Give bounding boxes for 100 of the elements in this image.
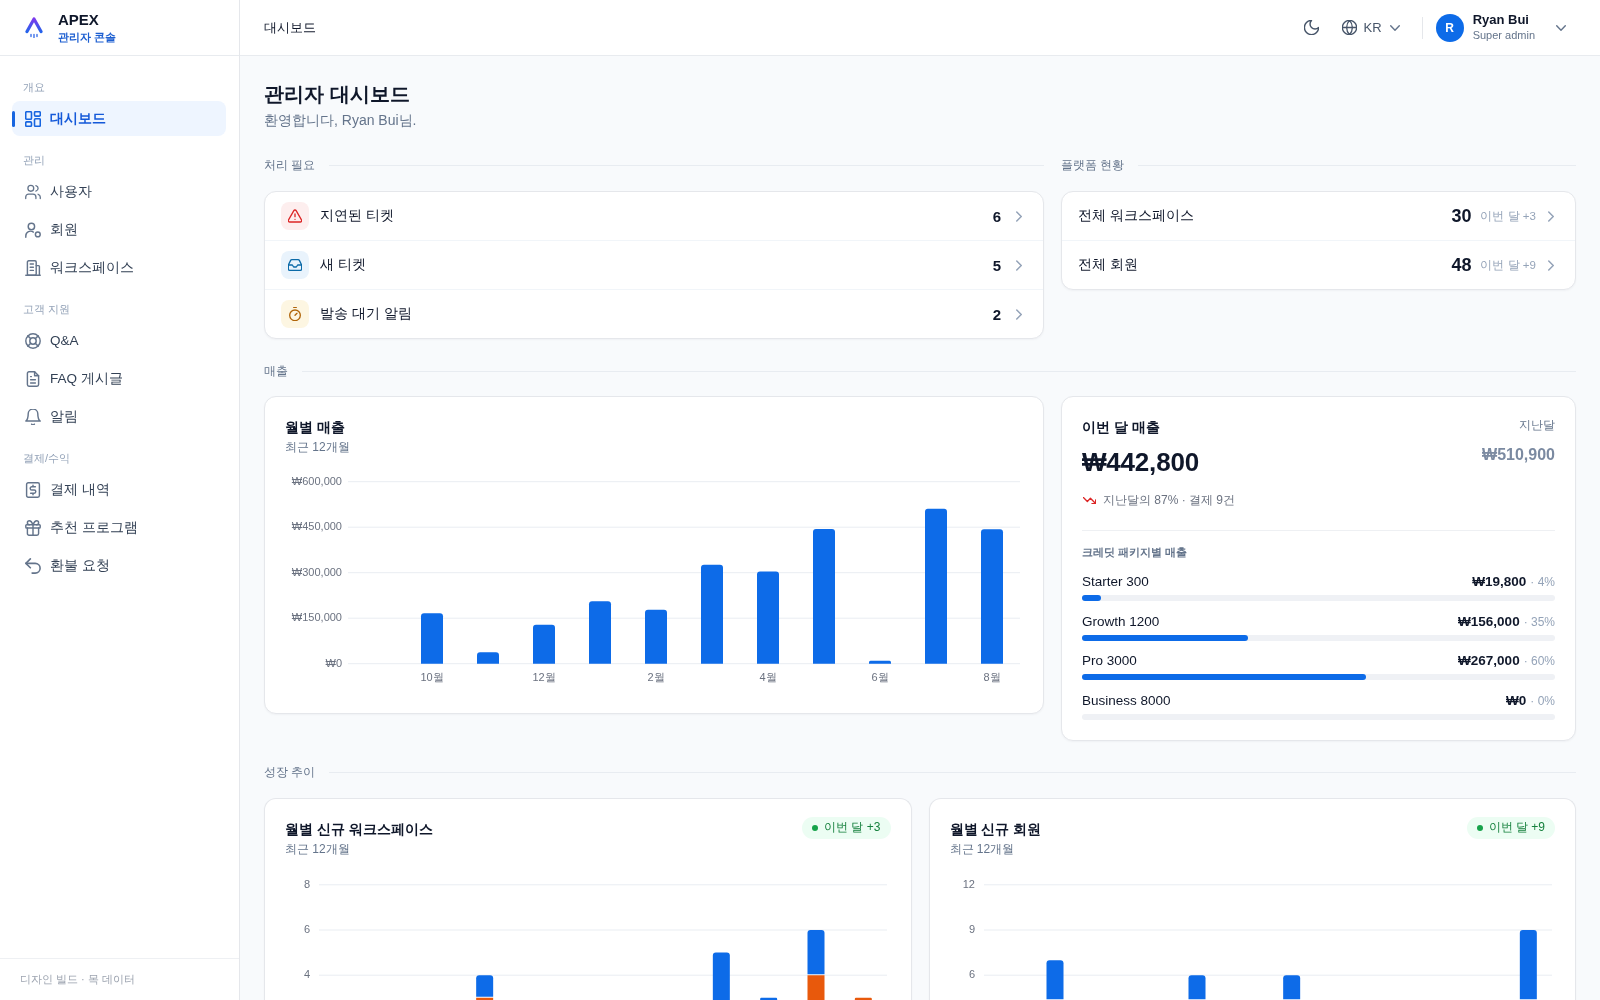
ticket-count: 6: [992, 207, 1001, 225]
chart-bar: [1188, 974, 1205, 999]
nav-section-label: 결제/수익: [22, 451, 72, 466]
stat-row[interactable]: 전체 회원 48 이번 달 +9: [1062, 240, 1575, 289]
nav-item[interactable]: FAQ 게시글: [12, 361, 226, 396]
user-role: Super admin: [1472, 28, 1535, 43]
nav-item[interactable]: 회원: [12, 212, 226, 247]
y-axis-label: ₩0: [325, 656, 342, 669]
nav-item[interactable]: 환불 요청: [12, 548, 226, 583]
y-axis-label: ₩300,000: [291, 565, 342, 578]
package-share: · 60%: [1523, 654, 1555, 668]
y-axis-label: ₩450,000: [291, 520, 342, 533]
y-axis-label: 8: [303, 877, 310, 890]
action-row[interactable]: 지연된 티켓 6: [265, 192, 1043, 240]
stat-change: 이번 달 +9: [1480, 257, 1536, 273]
bell-icon: [25, 408, 41, 425]
package-share: · 35%: [1523, 614, 1555, 629]
layout-grid-icon: [25, 110, 41, 127]
users-icon: [25, 183, 41, 200]
chart-subtitle: 최근 12개월: [285, 840, 351, 857]
footer-note: 디자인 빌드 · 목 데이터: [0, 958, 239, 1000]
nav-section-label: 개요: [22, 80, 46, 95]
stat-change: 이번 달 +3: [1480, 208, 1536, 224]
x-axis-label: 6월: [871, 670, 889, 683]
chart-title: 월별 매출: [285, 418, 346, 437]
nav-item[interactable]: 추천 프로그램: [12, 510, 226, 545]
chart-bar: [1519, 929, 1537, 999]
user-name: Ryan Bui: [1472, 12, 1529, 28]
y-axis-label: 6: [968, 967, 975, 980]
package-name: Growth 1200: [1082, 612, 1160, 631]
chart-bar: [1046, 959, 1063, 999]
y-axis-label: 4: [303, 967, 310, 980]
nav-item[interactable]: 워크스페이스: [12, 250, 226, 285]
package-share: · 0%: [1530, 693, 1555, 708]
nav-item[interactable]: 사용자: [12, 174, 226, 209]
nav-item[interactable]: 결제 내역: [12, 472, 226, 507]
undo-arrow-icon: [25, 557, 41, 574]
package-amount: ₩19,800: [1472, 574, 1527, 589]
language-select[interactable]: KR: [1337, 11, 1404, 44]
chevron-right-icon: [1548, 210, 1554, 222]
revenue-bar: [589, 601, 611, 664]
stat-row[interactable]: 전체 워크스페이스 30 이번 달 +3: [1062, 192, 1575, 240]
package-name: Starter 300: [1082, 573, 1149, 591]
dollar-square-icon: [25, 481, 41, 498]
y-axis-label: 6: [303, 922, 310, 935]
y-axis-label: ₩600,000: [291, 474, 342, 487]
lifebuoy-icon: [25, 332, 41, 349]
change-text: 이번 달 +9: [1488, 819, 1545, 836]
revenue-bar: [421, 613, 443, 664]
previous-amount: ₩510,900: [1482, 445, 1555, 465]
y-axis-label: 12: [962, 877, 975, 890]
ticket-count: 2: [992, 305, 1001, 323]
stat-value: 48: [1451, 254, 1472, 276]
change-text: 이번 달 +3: [824, 819, 881, 836]
page-breadcrumb: 대시보드: [264, 18, 316, 37]
y-axis-label: ₩150,000: [291, 611, 342, 624]
section-label: 매출: [264, 363, 288, 379]
x-axis-label: 2월: [647, 670, 665, 683]
chart-subtitle: 최근 12개월: [949, 840, 1016, 857]
trend-text: 지난달의 87% · 결제 9건: [1103, 492, 1236, 509]
revenue-bar: [477, 652, 499, 664]
ticket-count: 5: [992, 256, 1001, 274]
document-icon: [25, 370, 41, 387]
user-avatar: R: [1435, 13, 1464, 42]
user-ring-icon: [25, 221, 41, 238]
building-icon: [25, 259, 41, 276]
revenue-bar: [645, 609, 667, 664]
nav-section-label: 관리: [22, 153, 46, 168]
nav-item[interactable]: 알림: [12, 399, 226, 434]
breakdown-title: 크레딧 패키지별 매출: [1082, 545, 1189, 560]
moon-icon: [1304, 20, 1320, 35]
section-label: 성장 추이: [264, 765, 316, 780]
gift-icon: [25, 519, 41, 536]
action-row[interactable]: 발송 대기 알림 2: [265, 289, 1043, 338]
nav-item[interactable]: 대시보드: [12, 101, 226, 136]
action-row[interactable]: 새 티켓 5: [265, 240, 1043, 289]
user-menu[interactable]: R Ryan Bui Super admin: [1435, 10, 1566, 45]
revenue-bar: [533, 624, 555, 664]
nav-item[interactable]: Q&A: [12, 323, 226, 358]
inbox-icon: [281, 251, 309, 279]
chart-title: 월별 신규 워크스페이스: [285, 819, 433, 839]
chevron-right-icon: [1016, 259, 1022, 271]
package-share: · 4%: [1530, 575, 1555, 589]
stopwatch-icon: [281, 300, 309, 328]
revenue-bar: [869, 660, 891, 664]
chevron-right-icon: [1016, 308, 1022, 320]
x-axis-label: 4월: [759, 670, 777, 683]
chart-subtitle: 최근 12개월: [285, 439, 351, 455]
brand-name: APEX: [58, 11, 100, 29]
package-amount: ₩0: [1506, 692, 1527, 708]
logo-icon: [25, 17, 43, 38]
brand-subtitle: 관리자 콘솔: [58, 30, 117, 44]
x-axis-label: 8월: [983, 670, 1001, 683]
chart-title: 월별 신규 회원: [949, 819, 1042, 839]
welcome-text: 환영합니다, Ryan Bui님.: [264, 111, 418, 130]
globe-icon: [1341, 20, 1357, 35]
dot-icon: [812, 824, 819, 831]
previous-label: 지난달: [1518, 418, 1555, 433]
card-title: 이번 달 매출: [1082, 418, 1161, 437]
chart-bar: [1282, 974, 1300, 999]
